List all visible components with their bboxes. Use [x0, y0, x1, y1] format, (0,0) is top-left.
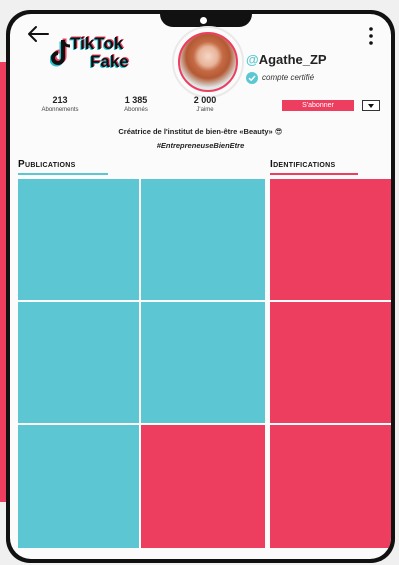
- app-logo: TikTok Fake: [50, 34, 160, 80]
- caret-down-icon: [368, 103, 374, 108]
- logo-text-fake: Fake: [90, 52, 129, 71]
- stat-value: 213: [52, 95, 68, 105]
- stat-label: Abonnés: [124, 107, 148, 113]
- identification-tile[interactable]: [270, 179, 391, 300]
- identifications-underline: [270, 173, 358, 175]
- back-arrow-icon[interactable]: [26, 24, 50, 44]
- tab-identifications[interactable]: Identifications: [270, 159, 335, 170]
- certified-label: compte certifié: [262, 73, 315, 82]
- username: @Agathe_ZP: [246, 52, 327, 67]
- verified-check-icon: [246, 72, 258, 84]
- stat-following[interactable]: 213 Abonnements: [30, 95, 90, 113]
- identification-tile[interactable]: [270, 425, 391, 548]
- avatar[interactable]: [178, 32, 238, 92]
- stat-label: J'aime: [196, 107, 214, 113]
- publication-tile[interactable]: [141, 425, 265, 548]
- bio-line-1: Créatrice de l'institut de bien-être «Be…: [118, 127, 283, 136]
- identification-tile[interactable]: [270, 302, 391, 423]
- stat-likes[interactable]: 2 000 J'aime: [175, 95, 235, 113]
- publication-tile[interactable]: [141, 179, 265, 300]
- stat-value: 2 000: [193, 95, 217, 105]
- subscribe-button[interactable]: S'abonner: [282, 100, 354, 111]
- username-text: Agathe_ZP: [258, 52, 327, 67]
- stat-value: 1 385: [124, 95, 148, 105]
- stat-label: Abonnements: [41, 107, 79, 113]
- publication-tile[interactable]: [18, 179, 139, 300]
- username-at: @: [246, 52, 259, 67]
- camera-icon: [200, 17, 207, 24]
- phone-frame: TikTok Fake @Agathe_ZP compte certifié 2…: [6, 10, 395, 563]
- publications-underline: [18, 173, 108, 175]
- options-dropdown-button[interactable]: [362, 100, 380, 111]
- more-options-icon[interactable]: [366, 26, 376, 46]
- publication-tile[interactable]: [18, 302, 139, 423]
- logo-text-tiktok: TikTok: [70, 34, 124, 53]
- music-note-icon: [50, 38, 71, 67]
- tab-publications[interactable]: Publications: [18, 159, 76, 170]
- bio-hashtag[interactable]: #EntrepreneuseBienEtre: [10, 141, 391, 150]
- publication-tile[interactable]: [141, 302, 265, 423]
- stat-followers[interactable]: 1 385 Abonnés: [106, 95, 166, 113]
- publication-tile[interactable]: [18, 425, 139, 548]
- screen: TikTok Fake @Agathe_ZP compte certifié 2…: [10, 14, 391, 559]
